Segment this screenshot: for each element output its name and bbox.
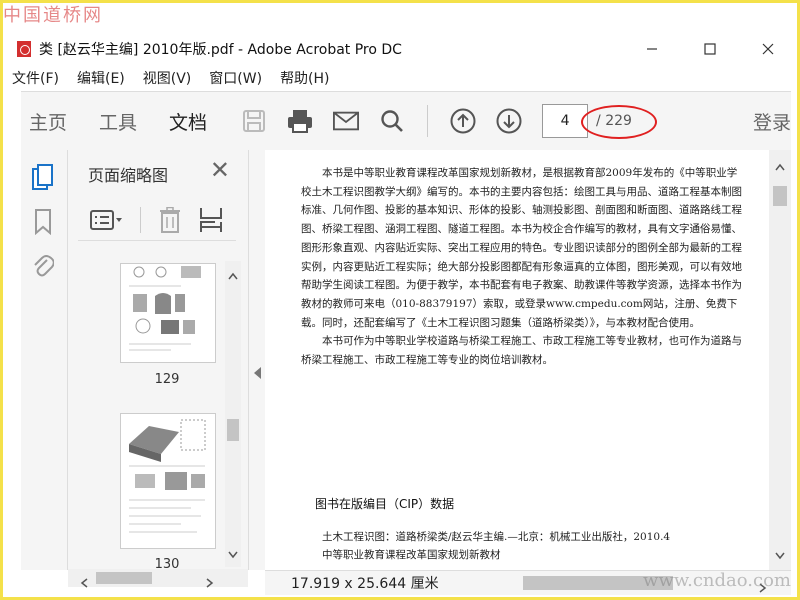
- thumbnails-horizontal-scrollbar[interactable]: [68, 569, 248, 588]
- page-thumbnail-130[interactable]: [120, 413, 216, 549]
- thumbnail-label-129: 129: [154, 372, 180, 387]
- page-dimensions: 17.919 x 25.644 厘米: [291, 576, 439, 592]
- document-page: 本书是中等职业教育课程改革国家规划新教材，是根据教育部2009年发布的《中等职业…: [265, 150, 769, 570]
- maximize-button[interactable]: [681, 33, 739, 65]
- page-thumbnail-129[interactable]: [120, 263, 216, 363]
- close-icon[interactable]: ✕: [210, 156, 230, 184]
- main-toolbar: 主页 工具 文档 4 / 229 登录: [21, 91, 791, 151]
- document-paragraph: 本书是中等职业教育课程改革国家规划新教材，是根据教育部2009年发布的《中等职业…: [301, 167, 742, 329]
- delete-page-icon[interactable]: [159, 207, 181, 233]
- document-body: 本书是中等职业教育课程改革国家规划新教材，是根据教育部2009年发布的《中等职业…: [301, 164, 747, 370]
- cip-heading: 图书在版编目（CIP）数据: [315, 497, 455, 511]
- scroll-right-icon[interactable]: [206, 573, 214, 592]
- title-bar: 类 [赵云华主编] 2010年版.pdf - Adobe Acrobat Pro…: [3, 33, 797, 65]
- screenshot-frame: 中国道桥网 类 [赵云华主编] 2010年版.pdf - Adobe Acrob…: [0, 0, 800, 600]
- window-controls: [623, 33, 797, 65]
- save-icon[interactable]: [241, 108, 267, 134]
- scroll-up-icon[interactable]: [775, 156, 785, 175]
- menu-view[interactable]: 视图(V): [134, 68, 201, 88]
- window-title: 类 [赵云华主编] 2010年版.pdf - Adobe Acrobat Pro…: [39, 42, 402, 58]
- panel-toolbar: [78, 200, 236, 241]
- tab-home[interactable]: 主页: [29, 108, 67, 135]
- print-icon[interactable]: [287, 108, 313, 134]
- cip-line: 土木工程识图：道路桥梁类/赵云华主编.—北京：机械工业出版社，2010.4: [322, 531, 671, 543]
- menu-file[interactable]: 文件(F): [3, 68, 68, 88]
- pages-icon[interactable]: [29, 164, 57, 192]
- tab-tools[interactable]: 工具: [99, 108, 137, 135]
- next-page-icon[interactable]: [496, 108, 522, 134]
- tab-document[interactable]: 文档: [169, 108, 207, 135]
- menu-help[interactable]: 帮助(H): [271, 68, 338, 88]
- annotation-ellipse: [581, 105, 657, 139]
- email-icon[interactable]: [333, 108, 360, 134]
- close-window-button[interactable]: [739, 33, 797, 65]
- scroll-left-icon[interactable]: [80, 573, 88, 592]
- login-button[interactable]: 登录: [753, 108, 791, 135]
- collapse-arrow-icon[interactable]: [254, 364, 261, 383]
- watermark-top: 中国道桥网: [3, 5, 103, 26]
- watermark-bottom: www.cndao.com: [643, 570, 791, 591]
- scroll-thumb[interactable]: [773, 186, 787, 206]
- thumbnails-vertical-scrollbar[interactable]: [225, 261, 241, 567]
- pdf-file-icon: [17, 41, 31, 57]
- page-thumbnails-panel: 页面缩略图 ✕ 129 130: [68, 150, 248, 570]
- scroll-down-icon[interactable]: [775, 545, 785, 564]
- cip-block: 土木工程识图：道路桥梁类/赵云华主编.—北京：机械工业出版社，2010.4 中等…: [301, 528, 751, 564]
- scroll-thumb[interactable]: [227, 419, 239, 441]
- cip-line: 中等职业教育课程改革国家规划新教材: [322, 549, 501, 561]
- horizontal-scroll-thumb[interactable]: [96, 572, 152, 584]
- panel-collapse-divider[interactable]: [248, 150, 266, 570]
- search-icon[interactable]: [379, 108, 405, 134]
- left-navigation-rail: [21, 150, 68, 570]
- panel-title: 页面缩略图: [88, 166, 169, 185]
- prev-page-icon[interactable]: [450, 108, 476, 134]
- toolbar-separator: [427, 105, 429, 137]
- thumbnail-options-icon[interactable]: [90, 209, 124, 231]
- menu-window[interactable]: 窗口(W): [200, 68, 271, 88]
- toolbar-separator: [140, 207, 141, 233]
- attachment-icon[interactable]: [29, 252, 57, 280]
- document-paragraph: 本书可作为中等职业学校道路与桥梁工程施工、市政工程施工等专业教材，也可作为道路与…: [301, 335, 742, 367]
- menu-edit[interactable]: 编辑(E): [68, 68, 134, 88]
- document-vertical-scrollbar[interactable]: [769, 150, 791, 570]
- menu-bar: 文件(F) 编辑(E) 视图(V) 窗口(W) 帮助(H): [3, 65, 797, 91]
- minimize-button[interactable]: [623, 33, 681, 65]
- bookmark-icon[interactable]: [29, 208, 57, 236]
- scroll-down-icon[interactable]: [228, 544, 238, 563]
- extract-page-icon[interactable]: [199, 207, 223, 233]
- scroll-up-icon[interactable]: [228, 265, 238, 284]
